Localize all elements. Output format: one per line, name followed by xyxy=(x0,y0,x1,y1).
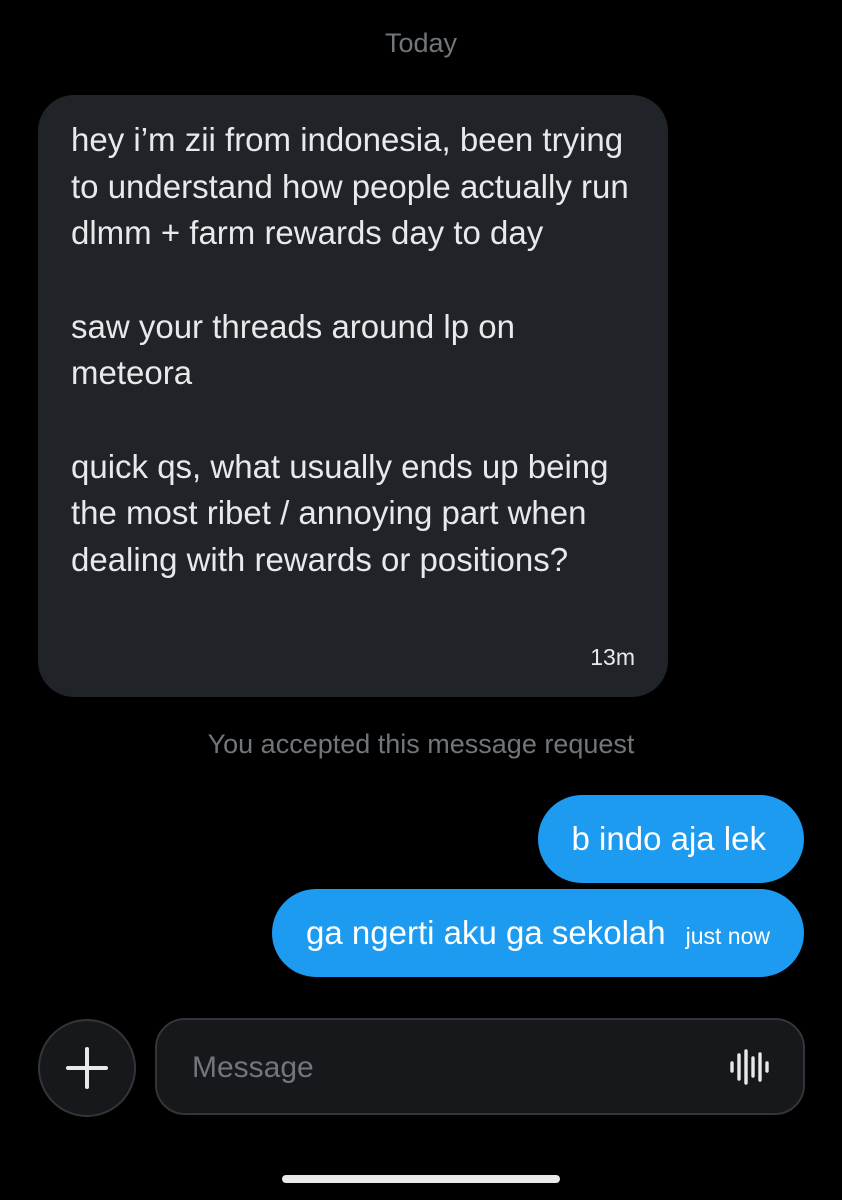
add-attachment-button[interactable] xyxy=(38,1019,136,1117)
date-divider: Today xyxy=(384,28,458,58)
outgoing-message-bubble[interactable]: b indo aja lek xyxy=(537,795,804,883)
message-input[interactable] xyxy=(192,1040,712,1096)
message-timestamp: 13m xyxy=(590,644,635,670)
message-paragraph: saw your threads around lp on meteora xyxy=(71,307,515,392)
message-text: ga ngerti aku ga sekolah xyxy=(306,914,666,951)
home-indicator[interactable] xyxy=(282,1175,560,1183)
message-paragraph: hey i’m zii from indonesia, been trying … xyxy=(71,121,629,251)
voice-waveform-icon[interactable] xyxy=(729,1049,769,1085)
outgoing-message-bubble[interactable]: ga ngerti aku ga sekolah just now xyxy=(272,889,804,977)
message-text: b indo aja lek xyxy=(571,820,766,857)
message-request-notice: You accepted this message request xyxy=(207,729,635,759)
message-composer[interactable] xyxy=(155,1018,805,1115)
message-timestamp: just now xyxy=(685,922,770,949)
incoming-message-bubble[interactable]: hey i’m zii from indonesia, been trying … xyxy=(38,95,668,697)
message-paragraph: quick qs, what usually ends up being the… xyxy=(71,447,609,578)
